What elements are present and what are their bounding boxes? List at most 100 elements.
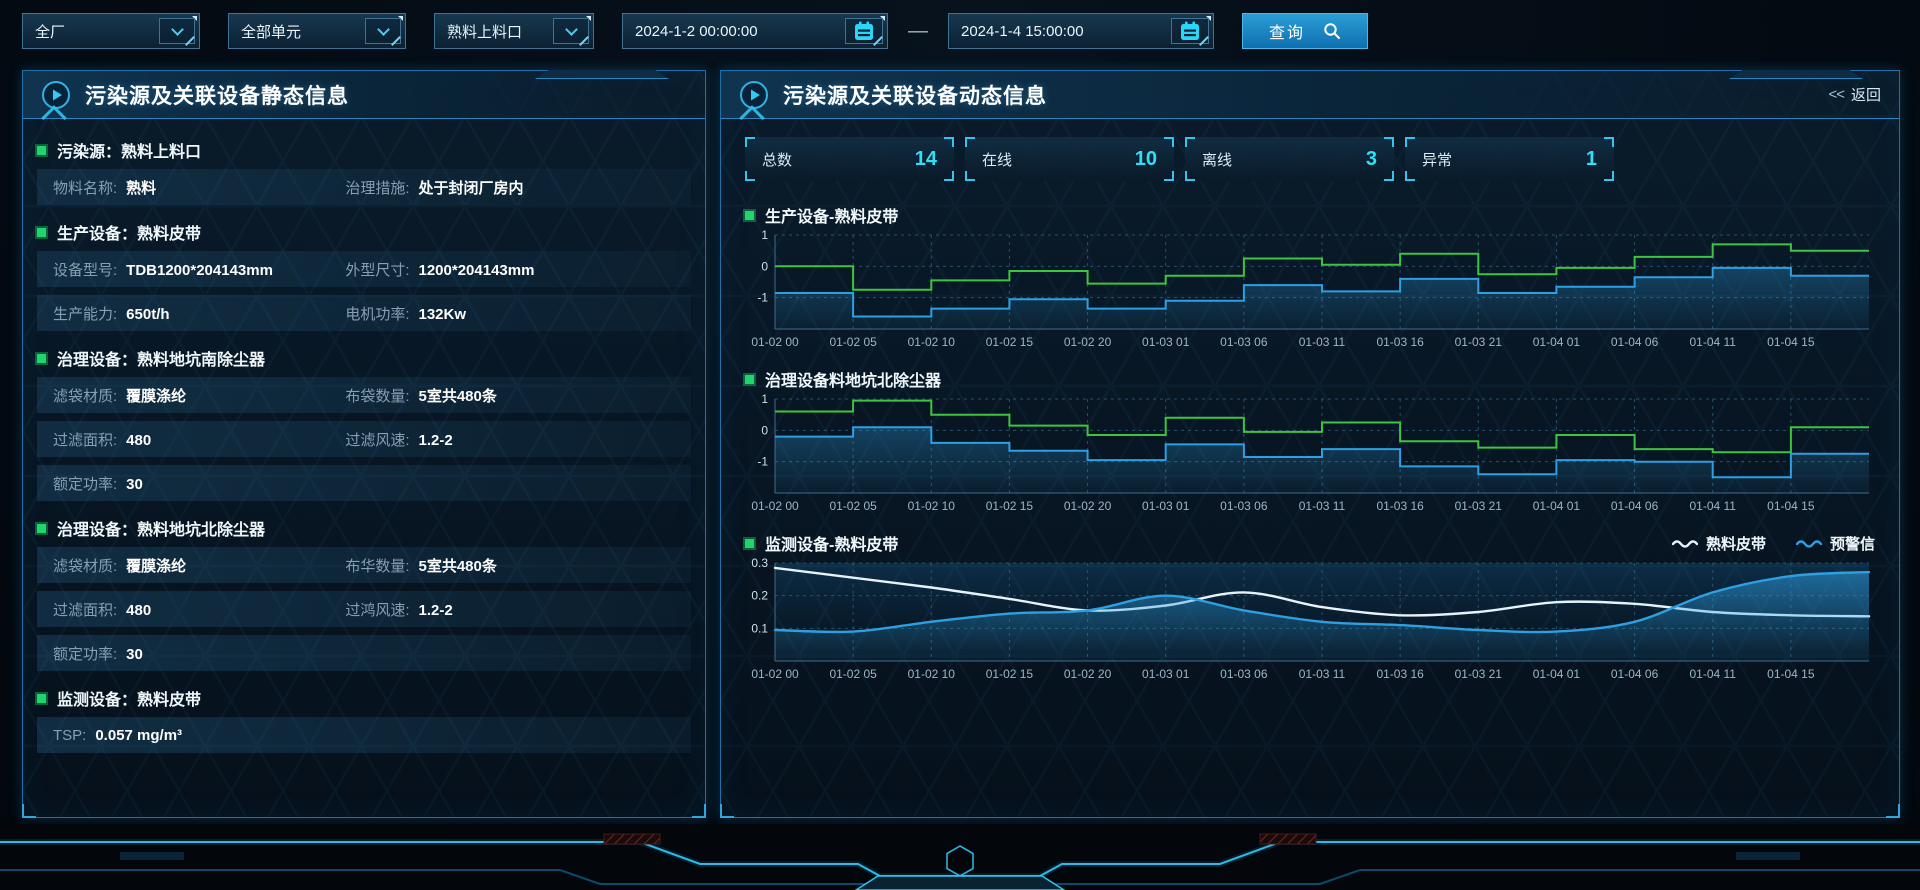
corner-bracket-icon	[1384, 137, 1394, 147]
chart-svg-1[interactable]: 10-101-02 0001-02 0501-02 1001-02 1501-0…	[745, 393, 1875, 517]
green-square-icon	[37, 228, 46, 237]
svg-text:-1: -1	[757, 455, 768, 469]
chart-svg-2[interactable]: 0.30.20.101-02 0001-02 0501-02 1001-02 1…	[745, 557, 1875, 685]
source-select-value: 熟料上料口	[447, 21, 522, 42]
chart-title: 监测设备-熟料皮带	[765, 531, 898, 555]
chart-svg-0[interactable]: 10-101-02 0001-02 0501-02 1001-02 1501-0…	[745, 229, 1875, 353]
dynamic-info-panel: 污染源及关联设备动态信息 << 返回 总数14在线10离线3异常1 生产设备-熟…	[720, 70, 1900, 818]
end-calendar-button[interactable]	[1171, 18, 1209, 44]
chevron-down-icon	[565, 23, 578, 36]
info-pair: 滤袋材质:覆膜涤纶	[53, 385, 345, 406]
end-datetime-input[interactable]: 2024-1-4 15:00:00	[948, 13, 1214, 49]
info-pair: 治理措施: 处于封闭厂房内	[345, 177, 675, 198]
query-button[interactable]: 查询	[1242, 13, 1368, 49]
chevron-down-icon	[171, 23, 184, 36]
unit-select-chevron-box[interactable]	[365, 18, 401, 44]
panel-corner-decoration	[22, 804, 36, 818]
info-value: 30	[126, 476, 143, 493]
svg-text:01-03 21: 01-03 21	[1455, 667, 1503, 681]
green-square-icon	[37, 524, 46, 533]
wave-line-icon	[1796, 537, 1822, 549]
svg-text:01-03 11: 01-03 11	[1299, 667, 1346, 681]
source-select-chevron-box[interactable]	[553, 18, 589, 44]
start-calendar-button[interactable]	[845, 18, 883, 44]
info-label: 治理措施:	[345, 177, 409, 198]
info-row: 额定功率:30	[37, 635, 691, 671]
svg-text:01-02 05: 01-02 05	[829, 499, 877, 513]
info-label: 设备型号:	[53, 259, 117, 280]
info-label: 过鸿风速:	[345, 599, 409, 620]
info-label: 生产能力:	[53, 303, 117, 324]
svg-text:01-02 20: 01-02 20	[1064, 335, 1112, 349]
legend-item[interactable]: 熟料皮带	[1672, 533, 1766, 554]
info-value: 5室共480条	[419, 555, 497, 576]
dynamic-info-panel-title: 污染源及关联设备动态信息	[783, 80, 1047, 110]
stat-card: 离线3	[1185, 137, 1394, 181]
svg-text:01-03 16: 01-03 16	[1376, 335, 1424, 349]
start-datetime-value: 2024-1-2 00:00:00	[635, 23, 758, 40]
info-pair: 生产能力:650t/h	[53, 303, 345, 324]
info-pair: 滤袋材质:覆膜涤纶	[53, 555, 345, 576]
start-datetime-input[interactable]: 2024-1-2 00:00:00	[622, 13, 888, 49]
info-pair: 电机功率:132Kw	[345, 303, 675, 324]
info-value: 处于封闭厂房内	[419, 177, 524, 198]
unit-select[interactable]: 全部单元	[228, 13, 406, 49]
info-pair: TSP: 0.057 mg/m³	[53, 727, 675, 744]
back-link[interactable]: << 返回	[1828, 84, 1881, 105]
info-pair: 设备型号: TDB1200*204143mm	[53, 259, 345, 280]
info-section-heading: 污染源：熟料上料口	[37, 131, 691, 169]
info-value: 覆膜涤纶	[126, 555, 186, 576]
info-value: TDB1200*204143mm	[126, 262, 273, 279]
corner-bracket-icon	[944, 171, 954, 181]
info-label: 过滤面积:	[53, 599, 117, 620]
svg-text:01-04 15: 01-04 15	[1767, 335, 1815, 349]
plant-select-chevron-box[interactable]	[159, 18, 195, 44]
green-square-icon	[745, 539, 754, 548]
svg-text:01-04 15: 01-04 15	[1767, 667, 1815, 681]
svg-text:01-03 06: 01-03 06	[1220, 335, 1268, 349]
toolbar: 全厂 全部单元 熟料上料口 2024-1-2 00:00:00 — 2024	[0, 0, 1920, 52]
static-info-panel: 污染源及关联设备静态信息 污染源：熟料上料口物料名称:熟料治理措施:处于封闭厂房…	[22, 70, 706, 818]
svg-text:01-04 01: 01-04 01	[1533, 499, 1581, 513]
svg-text:01-03 01: 01-03 01	[1142, 499, 1190, 513]
green-square-icon	[37, 146, 46, 155]
legend-item[interactable]: 预警信	[1796, 533, 1875, 554]
stat-label: 在线	[982, 149, 1012, 170]
back-link-label: 返回	[1851, 84, 1881, 105]
chart-title: 生产设备-熟料皮带	[765, 203, 898, 227]
info-pair: 布袋数量: 5室共480条	[345, 385, 675, 406]
charts-area: 生产设备-熟料皮带 10-101-02 0001-02 0501-02 1001…	[721, 185, 1899, 685]
green-square-icon	[37, 354, 46, 363]
info-value: 覆膜涤纶	[126, 385, 186, 406]
info-row: 过滤面积:480过鸿风速:1.2-2	[37, 591, 691, 627]
info-value: 480	[126, 432, 151, 449]
svg-text:0: 0	[761, 423, 768, 437]
info-section-heading: 生产设备：熟料皮带	[37, 213, 691, 251]
info-label: 布袋数量:	[345, 385, 409, 406]
legend-label: 熟料皮带	[1706, 533, 1766, 554]
svg-text:01-04 06: 01-04 06	[1611, 667, 1659, 681]
info-row: 物料名称:熟料治理措施:处于封闭厂房内	[37, 169, 691, 205]
chart-block-0: 生产设备-熟料皮带 10-101-02 0001-02 0501-02 1001…	[745, 201, 1875, 353]
dynamic-info-panel-header: 污染源及关联设备动态信息 << 返回	[721, 71, 1899, 119]
chart-title: 治理设备料地坑北除尘器	[765, 367, 941, 391]
chart-block-1: 治理设备料地坑北除尘器 10-101-02 0001-02 0501-02 10…	[745, 365, 1875, 517]
svg-text:01-02 10: 01-02 10	[908, 335, 956, 349]
info-row: 设备型号:TDB1200*204143mm外型尺寸:1200*204143mm	[37, 251, 691, 287]
plant-select[interactable]: 全厂	[22, 13, 200, 49]
info-label: 额定功率:	[53, 643, 117, 664]
info-label: TSP:	[53, 727, 86, 744]
info-value: 熟料	[126, 177, 156, 198]
legend-label: 预警信	[1830, 533, 1875, 554]
info-value: 0.057 mg/m³	[95, 727, 182, 744]
source-select[interactable]: 熟料上料口	[434, 13, 594, 49]
corner-bracket-icon	[1604, 171, 1614, 181]
chart-title-row: 监测设备-熟料皮带 熟料皮带 预警信	[745, 529, 1875, 557]
green-square-icon	[745, 375, 754, 384]
svg-text:0.1: 0.1	[751, 621, 768, 635]
info-section-heading: 治理设备：熟料地坑南除尘器	[37, 339, 691, 377]
search-icon	[1323, 22, 1341, 40]
info-value: 5室共480条	[419, 385, 497, 406]
info-label: 过滤风速:	[345, 429, 409, 450]
footer-art	[0, 824, 1920, 890]
